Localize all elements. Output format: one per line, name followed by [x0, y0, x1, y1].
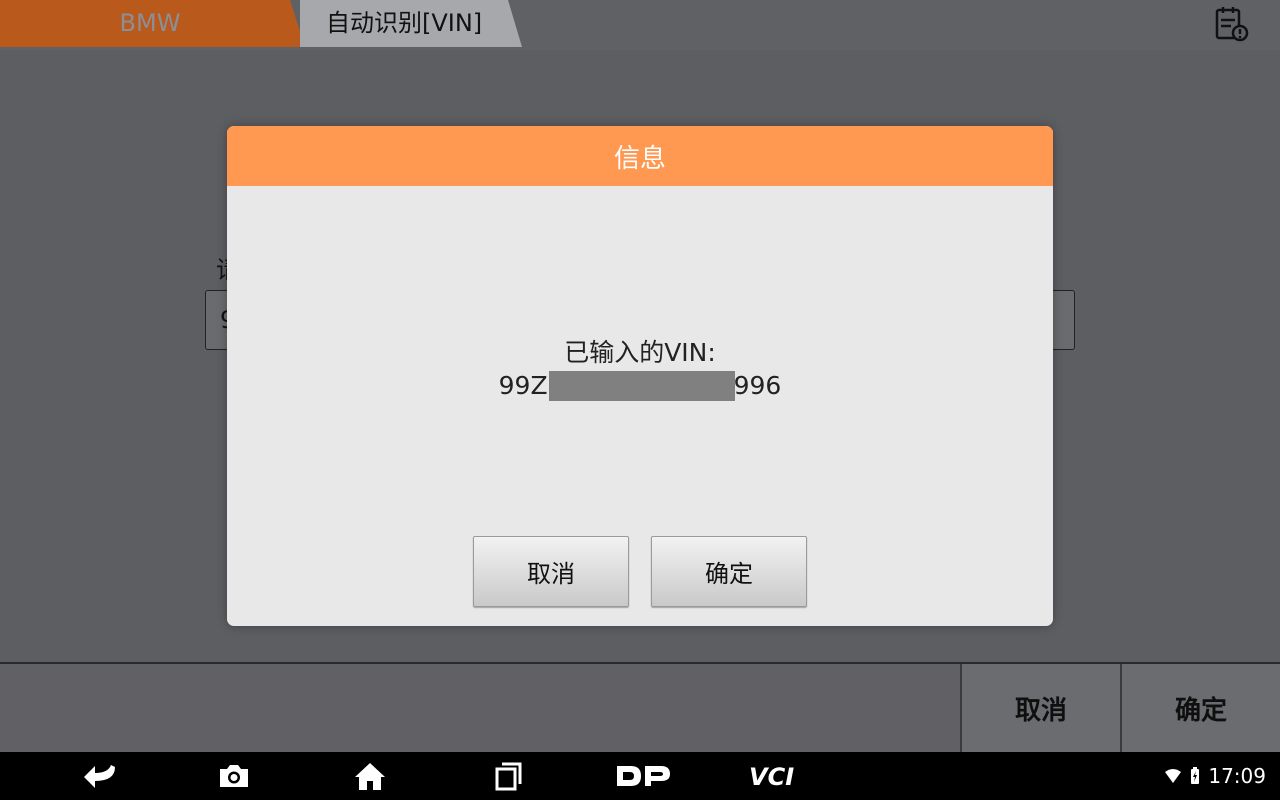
home-icon[interactable] [350, 752, 390, 800]
dialog-cancel-button[interactable]: 取消 [473, 536, 629, 607]
wifi-icon [1165, 769, 1182, 783]
vin-prefix: 99Z [498, 371, 548, 400]
breadcrumb-label-auto-vin: 自动识别[VIN] [326, 9, 483, 37]
report-clock-icon[interactable] [1212, 4, 1252, 44]
vci-logo-icon[interactable]: VCI [744, 752, 814, 800]
camera-icon[interactable] [214, 752, 254, 800]
breadcrumb-label-bmw: BMW [119, 9, 181, 37]
dialog-title: 信息 [227, 126, 1053, 186]
vin-suffix: 996 [733, 371, 782, 400]
back-icon[interactable] [78, 752, 122, 800]
status-time: 17:09 [1208, 764, 1266, 788]
dialog-ok-button[interactable]: 确定 [651, 536, 807, 607]
battery-charging-icon [1191, 767, 1200, 784]
vin-redaction-block [548, 371, 735, 401]
info-dialog: 信息 已输入的VIN: 99Z 996 取消 确定 [227, 126, 1053, 626]
dp-logo-icon[interactable] [610, 752, 676, 800]
bottom-cancel-button[interactable]: 取消 [960, 664, 1120, 752]
dialog-message-line1: 已输入的VIN: [564, 338, 716, 367]
recent-apps-icon[interactable] [488, 752, 528, 800]
dialog-message: 已输入的VIN: 99Z 996 [227, 336, 1053, 402]
svg-text:VCI: VCI [749, 763, 794, 789]
status-bar: 17:09 [1164, 752, 1266, 800]
bottom-ok-button[interactable]: 确定 [1120, 664, 1280, 752]
dialog-vin-value: 99Z 996 [498, 369, 782, 402]
